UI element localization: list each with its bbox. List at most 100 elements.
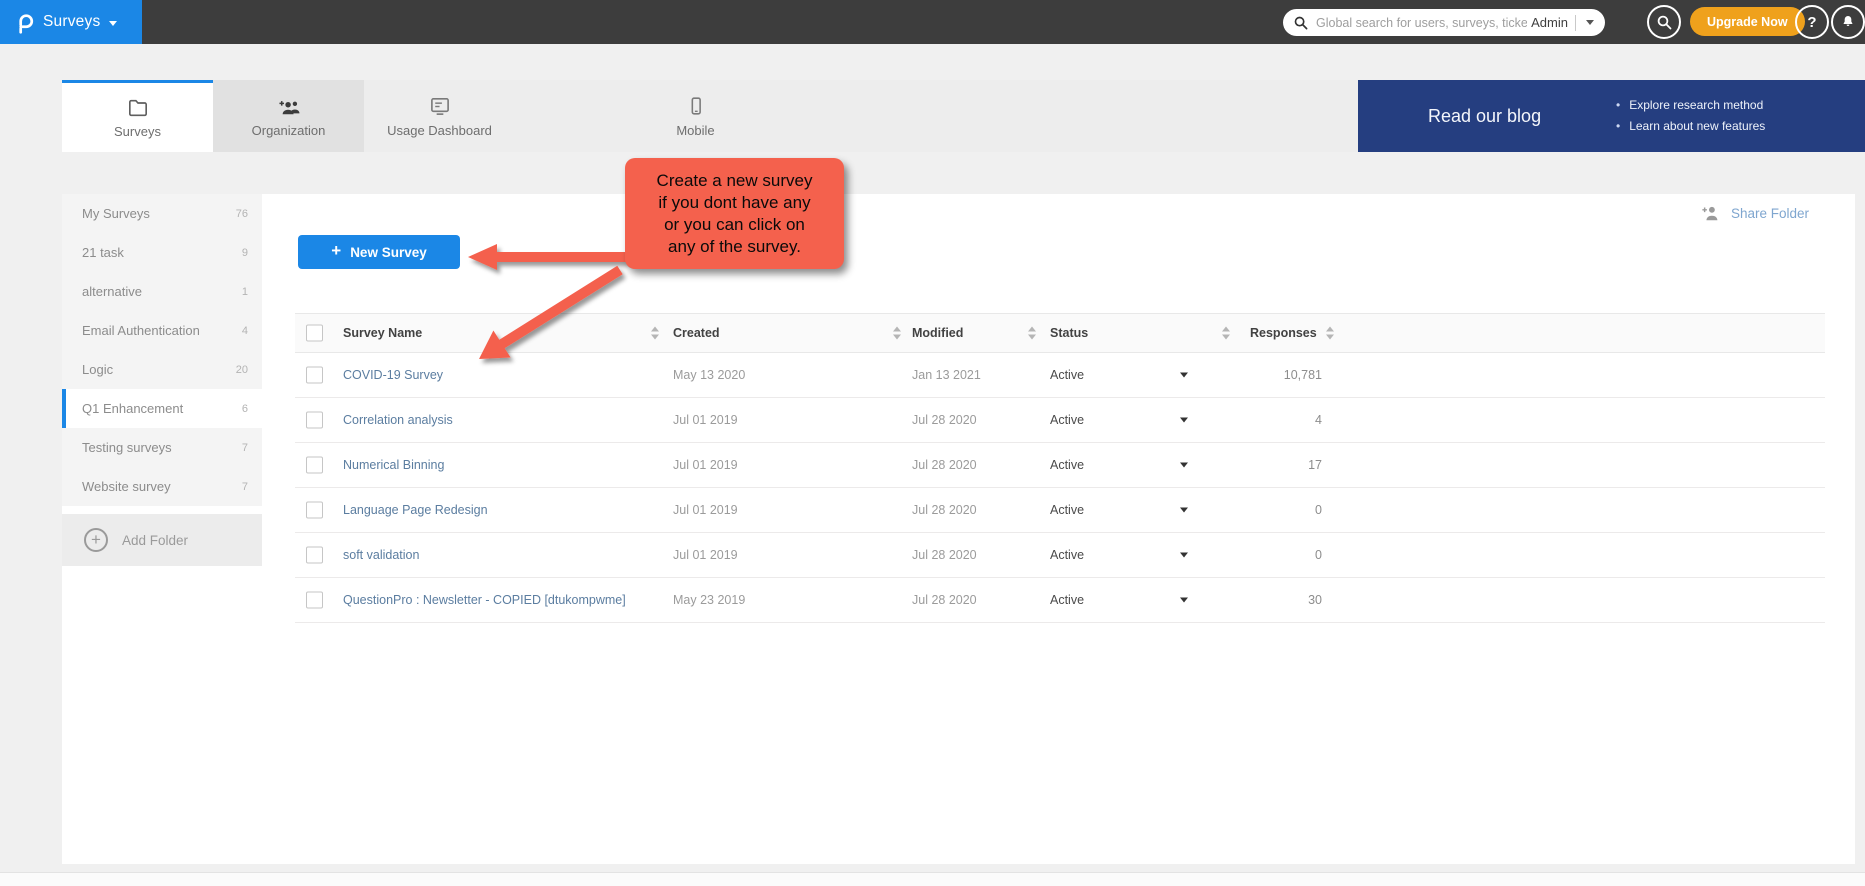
promo-link-features[interactable]: Learn about new features: [1616, 116, 1765, 137]
modified-date: Jan 13 2021: [912, 368, 981, 382]
folder-count-badge: 6: [242, 403, 248, 415]
search-icon: [1294, 16, 1308, 30]
created-date: Jul 01 2019: [673, 413, 738, 427]
responses-count: 0: [1175, 503, 1322, 517]
sidebar-item-21-task[interactable]: 21 task 9: [62, 233, 262, 272]
product-switcher[interactable]: Surveys: [0, 0, 142, 44]
tab-mobile[interactable]: Mobile: [620, 80, 771, 152]
survey-name-link[interactable]: QuestionPro : Newsletter - COPIED [dtuko…: [343, 593, 626, 607]
folder-count-badge: 7: [242, 442, 248, 454]
modified-date: Jul 28 2020: [912, 413, 977, 427]
surveys-table: Survey Name Created Modified Status Resp…: [295, 313, 1825, 623]
survey-name-link[interactable]: soft validation: [343, 548, 419, 562]
survey-name-link[interactable]: COVID-19 Survey: [343, 368, 443, 382]
folder-count-badge: 1: [242, 286, 248, 298]
created-date: May 23 2019: [673, 593, 745, 607]
top-bar: Surveys Admin Upgrade Now ?: [0, 0, 1865, 44]
row-checkbox[interactable]: [306, 412, 323, 429]
status-value: Active: [1050, 458, 1084, 472]
sidebar-item-my-surveys[interactable]: My Surveys 76: [62, 194, 262, 233]
plus-circle-icon: +: [84, 528, 108, 552]
responses-count: 0: [1175, 548, 1322, 562]
search-scope-dropdown[interactable]: [1584, 18, 1596, 27]
responses-count: 4: [1175, 413, 1322, 427]
tab-label: Mobile: [676, 123, 714, 138]
sort-icon[interactable]: [1028, 327, 1037, 340]
row-checkbox[interactable]: [306, 547, 323, 564]
tab-label: Usage Dashboard: [387, 123, 492, 138]
upgrade-now-button[interactable]: Upgrade Now: [1690, 7, 1805, 36]
select-all-checkbox[interactable]: [306, 325, 323, 342]
search-scope-divider: [1575, 15, 1576, 31]
modified-date: Jul 28 2020: [912, 548, 977, 562]
folders-sidebar: My Surveys 76 21 task 9 alternative 1 Em…: [62, 194, 262, 506]
search-button[interactable]: [1647, 5, 1681, 39]
tab-surveys[interactable]: Surveys: [62, 80, 213, 152]
product-label: Surveys: [43, 13, 100, 31]
row-checkbox[interactable]: [306, 592, 323, 609]
sort-icon[interactable]: [893, 327, 902, 340]
responses-count: 10,781: [1175, 368, 1322, 382]
sidebar-item-website-survey[interactable]: Website survey 7: [62, 467, 262, 506]
folder-count-badge: 20: [236, 364, 248, 376]
created-date: Jul 01 2019: [673, 458, 738, 472]
sidebar-item-q1-enhancement[interactable]: Q1 Enhancement 6: [62, 389, 262, 428]
status-value: Active: [1050, 548, 1084, 562]
table-row: Correlation analysis Jul 01 2019 Jul 28 …: [295, 398, 1825, 443]
module-tabs: Surveys Organization: [62, 80, 1358, 152]
survey-name-link[interactable]: Correlation analysis: [343, 413, 453, 427]
table-header-row: Survey Name Created Modified Status Resp…: [295, 313, 1825, 353]
sidebar-item-testing-surveys[interactable]: Testing surveys 7: [62, 428, 262, 467]
sort-icon[interactable]: [651, 327, 660, 340]
modified-date: Jul 28 2020: [912, 593, 977, 607]
sort-icon[interactable]: [1222, 327, 1231, 340]
column-header-created[interactable]: Created: [673, 326, 720, 340]
chevron-down-icon: [109, 21, 117, 26]
folder-icon: [127, 96, 149, 118]
question-mark-icon: ?: [1807, 14, 1816, 31]
table-row: Language Page Redesign Jul 01 2019 Jul 2…: [295, 488, 1825, 533]
global-search-input[interactable]: [1316, 16, 1527, 30]
promo-link-explore[interactable]: Explore research method: [1616, 95, 1765, 116]
survey-name-link[interactable]: Language Page Redesign: [343, 503, 488, 517]
status-value: Active: [1050, 413, 1084, 427]
column-header-survey-name[interactable]: Survey Name: [343, 326, 422, 340]
folder-count-badge: 7: [242, 481, 248, 493]
add-folder-button[interactable]: + Add Folder: [62, 514, 262, 566]
page-bottom-strip: [0, 872, 1865, 886]
column-header-modified[interactable]: Modified: [912, 326, 963, 340]
questionpro-logo-icon: [15, 10, 34, 34]
table-row: Numerical Binning Jul 01 2019 Jul 28 202…: [295, 443, 1825, 488]
share-folder-button[interactable]: Share Folder: [1700, 200, 1809, 226]
created-date: Jul 01 2019: [673, 503, 738, 517]
column-header-status[interactable]: Status: [1050, 326, 1088, 340]
notifications-button[interactable]: [1831, 5, 1865, 39]
sort-icon[interactable]: [1326, 327, 1335, 340]
new-survey-button[interactable]: + New Survey: [298, 235, 460, 269]
sidebar-item-alternative[interactable]: alternative 1: [62, 272, 262, 311]
tab-label: Organization: [252, 123, 326, 138]
tab-usage-dashboard[interactable]: Usage Dashboard: [364, 80, 515, 152]
column-header-responses[interactable]: Responses: [1250, 326, 1317, 340]
folder-count-badge: 9: [242, 247, 248, 259]
search-icon: [1657, 15, 1672, 30]
survey-name-link[interactable]: Numerical Binning: [343, 458, 444, 472]
table-row: soft validation Jul 01 2019 Jul 28 2020 …: [295, 533, 1825, 578]
tab-organization[interactable]: Organization: [213, 80, 364, 152]
row-checkbox[interactable]: [306, 367, 323, 384]
status-value: Active: [1050, 503, 1084, 517]
folder-count-badge: 4: [242, 325, 248, 337]
folder-count-badge: 76: [236, 208, 248, 220]
chevron-down-icon: [1586, 20, 1594, 25]
modified-date: Jul 28 2020: [912, 458, 977, 472]
tab-label: Surveys: [114, 124, 161, 139]
dashboard-card-icon: [428, 95, 452, 117]
help-button[interactable]: ?: [1795, 5, 1829, 39]
add-people-icon: [277, 95, 301, 117]
row-checkbox[interactable]: [306, 502, 323, 519]
annotation-callout: Create a new survey if you dont have any…: [625, 158, 844, 269]
sidebar-item-logic[interactable]: Logic 20: [62, 350, 262, 389]
row-checkbox[interactable]: [306, 457, 323, 474]
sidebar-item-email-authentication[interactable]: Email Authentication 4: [62, 311, 262, 350]
read-our-blog-link[interactable]: Read our blog: [1428, 80, 1541, 152]
